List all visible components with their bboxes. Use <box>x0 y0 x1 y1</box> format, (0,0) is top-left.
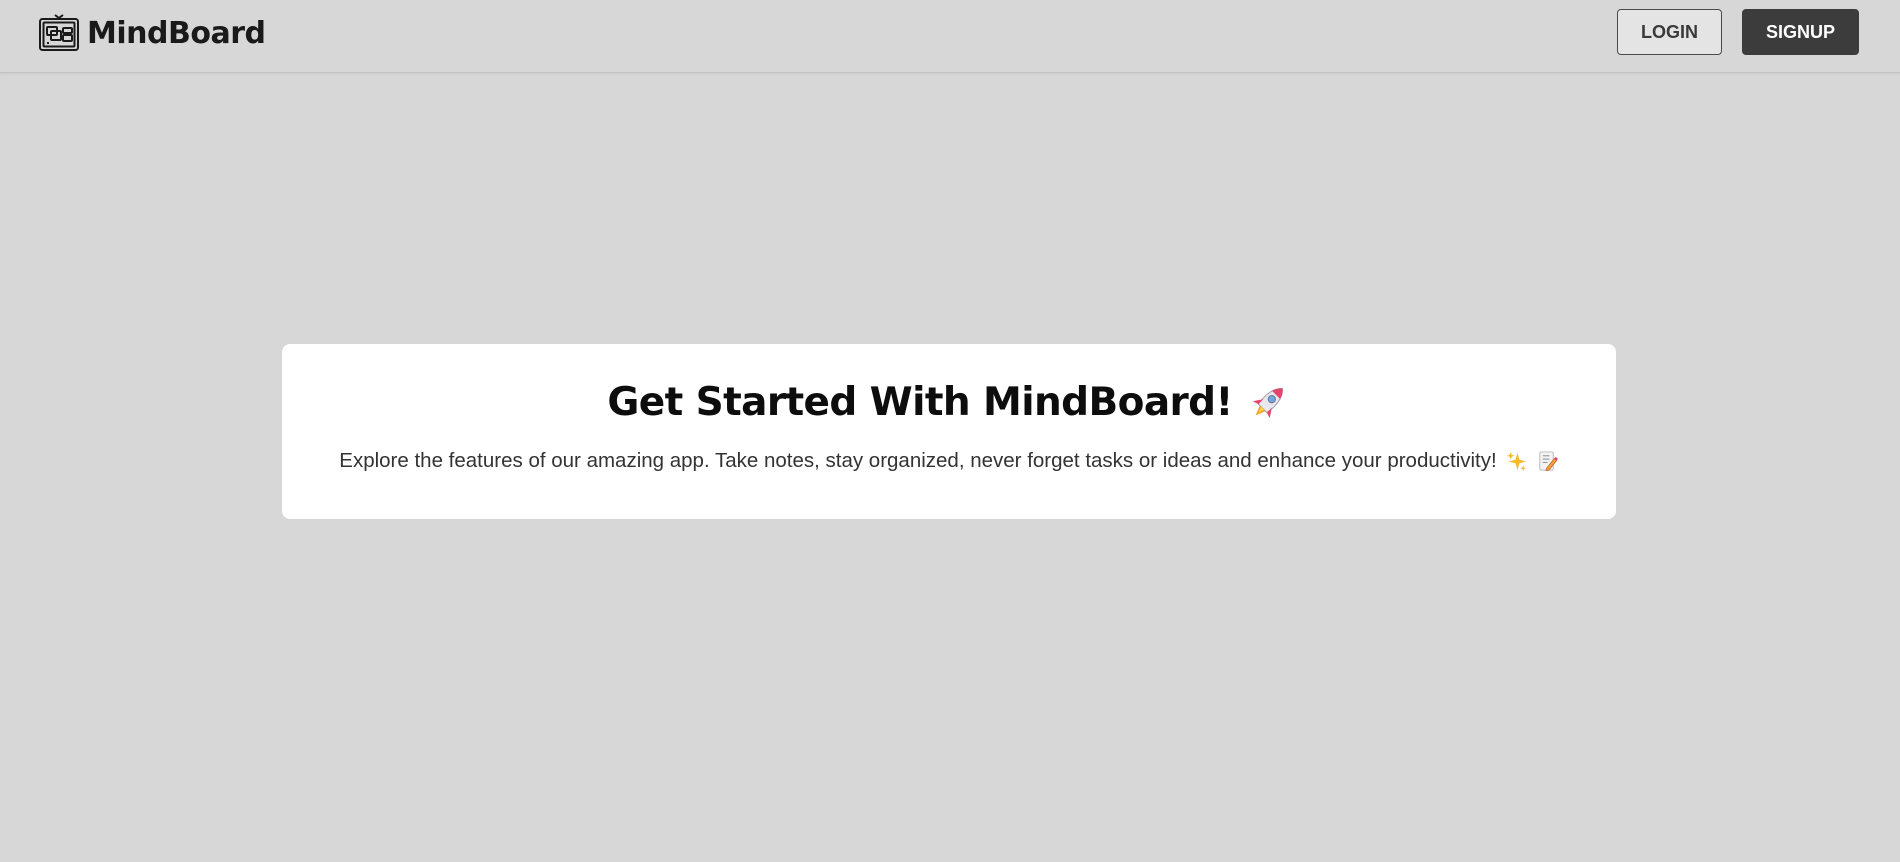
signup-button[interactable]: SIGNUP <box>1742 9 1859 55</box>
brand-logo[interactable]: MindBoard <box>38 13 266 53</box>
hero-title: Get Started With MindBoard! <box>282 380 1616 424</box>
memo-icon <box>1539 451 1558 472</box>
login-button[interactable]: LOGIN <box>1617 9 1722 55</box>
whiteboard-icon <box>39 14 79 51</box>
hero-subtitle: Explore the features of our amazing app.… <box>282 450 1616 473</box>
hero-card: Get Started With MindBoard! Explore the … <box>282 344 1616 519</box>
brand-name: MindBoard <box>87 15 266 51</box>
rocket-icon <box>1252 388 1283 419</box>
hero-subtitle-text: Explore the features of our amazing app.… <box>339 449 1497 473</box>
sparkles-icon <box>1506 451 1526 472</box>
navbar: MindBoard LOGIN SIGNUP <box>0 0 1900 73</box>
hero-title-text: Get Started With MindBoard! <box>607 379 1233 425</box>
